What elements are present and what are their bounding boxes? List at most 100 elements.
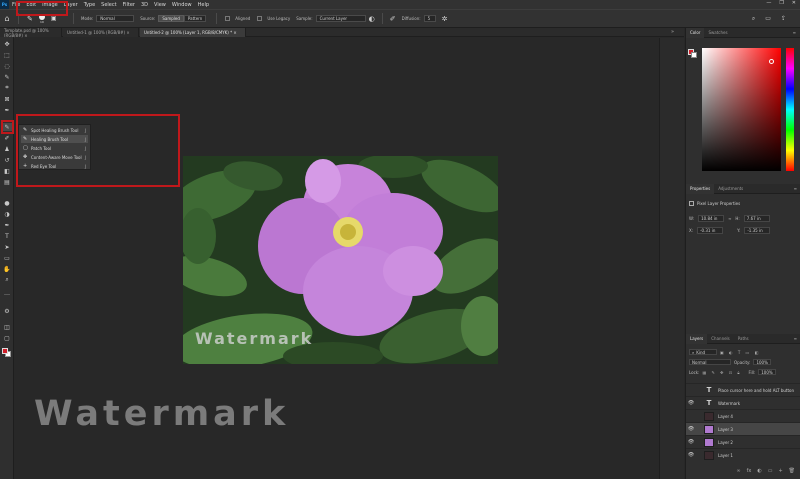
zoom-tool-icon[interactable]: ⌕ (2, 276, 12, 284)
new-layer-icon[interactable]: + (778, 468, 782, 478)
layer-row[interactable]: 👁︎ T Watermark (686, 396, 800, 409)
menu-type[interactable]: Type (81, 2, 98, 8)
mode-select[interactable]: Normal (96, 15, 135, 22)
use-legacy-checkbox[interactable] (257, 16, 263, 21)
brush-tool-icon[interactable]: ✐ (2, 134, 12, 142)
color-picker-field[interactable] (702, 48, 781, 171)
tab-untitled-1[interactable]: Untitled-1 @ 100% (RGB/8#) × (63, 28, 139, 37)
color-background-swatch[interactable] (691, 52, 697, 58)
fill-input[interactable]: 100% (758, 369, 777, 375)
trash-icon[interactable]: 🗑︎ (789, 468, 795, 478)
color-picker-cursor[interactable] (769, 59, 774, 64)
symmetry-icon[interactable]: ✲ (442, 15, 448, 23)
home-icon[interactable]: ⌂ (0, 14, 14, 23)
tab-paths[interactable]: Paths (734, 334, 753, 344)
edit-toolbar-icon[interactable]: ⚙ (2, 307, 12, 315)
aligned-checkbox[interactable] (225, 16, 231, 21)
rectangle-tool-icon[interactable]: ▭ (2, 254, 12, 262)
restore-icon[interactable]: ❐ (779, 0, 783, 6)
pen-tool-icon[interactable]: ✒ (2, 221, 12, 229)
tab-adjustments[interactable]: Adjustments (714, 184, 747, 194)
hue-slider[interactable] (786, 48, 794, 171)
source-sampled-button[interactable]: Sampled (158, 15, 184, 22)
tab-untitled-2[interactable]: Untitled-2 @ 100% (Layer 1, RGB/8/CMYK) … (140, 28, 246, 37)
eye-icon[interactable]: 👁︎ (686, 452, 696, 458)
w-label: W: (689, 216, 695, 221)
diffusion-input[interactable]: 5 (423, 15, 436, 22)
chevron-right-icon[interactable]: » (671, 29, 674, 35)
blend-mode-select[interactable]: Normal (689, 359, 731, 365)
quick-selection-tool-icon[interactable]: ✎ (2, 73, 12, 81)
workspace-icon[interactable]: ▭ (765, 15, 771, 23)
tab-properties[interactable]: Properties (686, 183, 715, 194)
ignore-adjustment-layers-icon[interactable]: ◐ (369, 15, 375, 23)
marquee-tool-icon[interactable]: ⬚ (2, 51, 12, 59)
mask-icon[interactable]: ◐ (757, 468, 761, 478)
eye-icon[interactable]: 👁︎ (686, 400, 696, 406)
link-icon[interactable]: ∞ (728, 216, 731, 221)
share-icon[interactable]: ⇪ (781, 15, 786, 23)
eyedropper-tool-icon[interactable]: ✒ (2, 106, 12, 114)
x-field[interactable]: -0.31 in (697, 227, 724, 234)
panel-menu-icon[interactable]: ≡ (793, 30, 800, 35)
frame-tool-icon[interactable]: ⊠ (2, 95, 12, 103)
clone-stamp-tool-icon[interactable]: ♟ (2, 145, 12, 153)
search-icon[interactable]: ⌕ (752, 15, 755, 23)
menu-window[interactable]: Window (169, 2, 195, 8)
panel-menu-icon[interactable]: ≡ (794, 186, 800, 191)
opacity-label: Opacity: (734, 359, 751, 365)
quick-mask-icon[interactable]: ◫ (2, 323, 12, 331)
path-selection-tool-icon[interactable]: ➤ (2, 243, 12, 251)
close-icon[interactable]: ✕ (792, 0, 796, 6)
gradient-tool-icon[interactable]: ▤ (2, 178, 12, 186)
divider (381, 13, 383, 24)
tab-template[interactable]: Template.psd @ 100% (RGB/8#) × (0, 28, 62, 38)
menu-3d[interactable]: 3D (138, 2, 151, 8)
more-tools-icon[interactable]: … (2, 289, 12, 297)
menu-select[interactable]: Select (98, 2, 119, 8)
lock-icons[interactable]: ▦ ✎ ✥ ⊡ 🔒︎ (702, 370, 741, 375)
eraser-tool-icon[interactable]: ◧ (2, 167, 12, 175)
menu-help[interactable]: Help (195, 2, 212, 8)
minimize-icon[interactable]: — (766, 0, 771, 6)
layer-row[interactable]: T Place cursor here and hold ALT button (686, 383, 800, 396)
eye-icon[interactable]: 👁︎ (686, 439, 696, 445)
tab-color[interactable]: Color (686, 27, 705, 38)
type-tool-icon[interactable]: T (2, 232, 12, 240)
sample-select[interactable]: Current Layer (315, 15, 366, 22)
layer-kind-filter[interactable]: ⌕ Kind (689, 349, 717, 355)
filter-icons[interactable]: ▣ ◐ T ▭ ◧ (720, 350, 760, 355)
hand-tool-icon[interactable]: ✋ (2, 265, 12, 273)
blur-tool-icon[interactable]: ● (2, 199, 12, 207)
divider (73, 13, 74, 24)
menu-view[interactable]: View (151, 2, 169, 8)
layer-row[interactable]: 👁︎ Layer 2 (686, 435, 800, 448)
layer-thumbnail (704, 411, 714, 421)
layer-row[interactable]: Layer 4 (686, 409, 800, 422)
fx-icon[interactable]: fx (747, 468, 752, 478)
tab-swatches[interactable]: Swatches (704, 28, 731, 38)
foreground-color-swatch[interactable] (2, 348, 8, 354)
lasso-tool-icon[interactable]: ◌ (2, 62, 12, 70)
tab-channels[interactable]: Channels (707, 334, 734, 344)
width-field[interactable]: 10.84 in (698, 215, 725, 222)
pressure-icon[interactable]: ✐ (390, 15, 396, 23)
move-tool-icon[interactable]: ✥ (2, 40, 12, 48)
screen-mode-icon[interactable]: ▢ (2, 334, 12, 342)
history-brush-tool-icon[interactable]: ↺ (2, 156, 12, 164)
crop-tool-icon[interactable]: ⌗ (2, 84, 12, 92)
eye-icon[interactable]: 👁︎ (686, 426, 696, 432)
layer-row-selected[interactable]: 👁︎ Layer 3 (686, 422, 800, 435)
new-group-icon[interactable]: ▭ (768, 468, 773, 478)
dodge-tool-icon[interactable]: ◑ (2, 210, 12, 218)
source-pattern-button[interactable]: Pattern (183, 15, 207, 22)
clone-source-icon[interactable]: ▣ (51, 15, 57, 22)
layer-row[interactable]: 👁︎ Layer 1 (686, 448, 800, 461)
panel-menu-icon[interactable]: ≡ (794, 336, 800, 341)
height-field[interactable]: 7.67 in (743, 215, 770, 222)
tab-layers[interactable]: Layers (686, 333, 708, 344)
menu-filter[interactable]: Filter (120, 2, 138, 8)
y-field[interactable]: -1.35 in (744, 227, 771, 234)
link-layers-icon[interactable]: ∞ (736, 468, 740, 478)
opacity-input[interactable]: 100% (753, 359, 772, 365)
